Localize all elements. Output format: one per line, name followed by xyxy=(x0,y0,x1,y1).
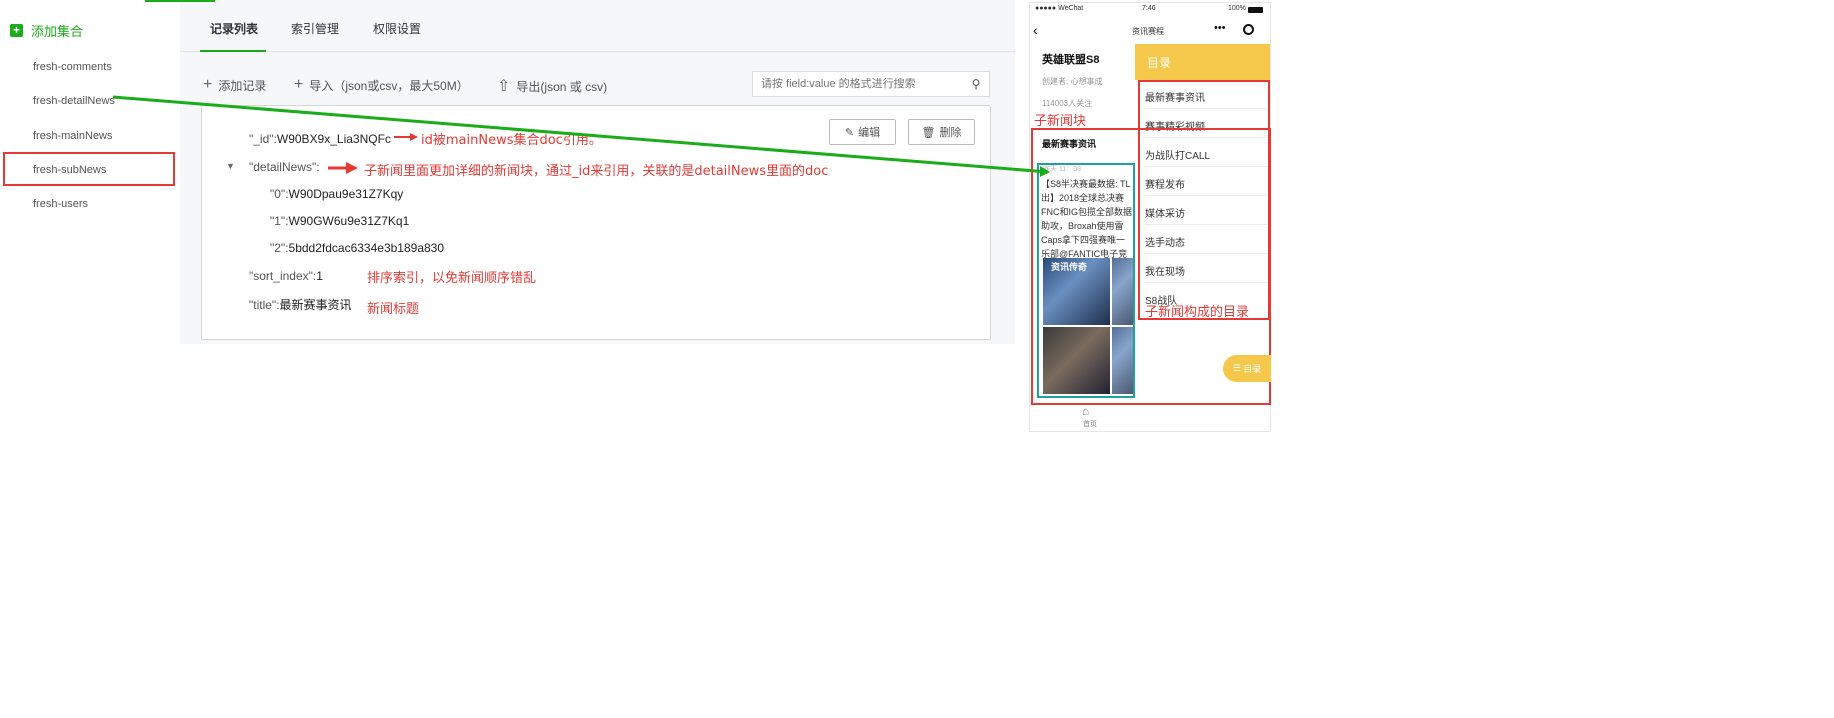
green-arrowhead xyxy=(1040,166,1050,177)
red-arrowhead xyxy=(346,162,358,174)
annotation-arrows xyxy=(112,95,1050,177)
red-arrowhead xyxy=(410,133,418,141)
green-link-arrow xyxy=(112,95,1049,174)
